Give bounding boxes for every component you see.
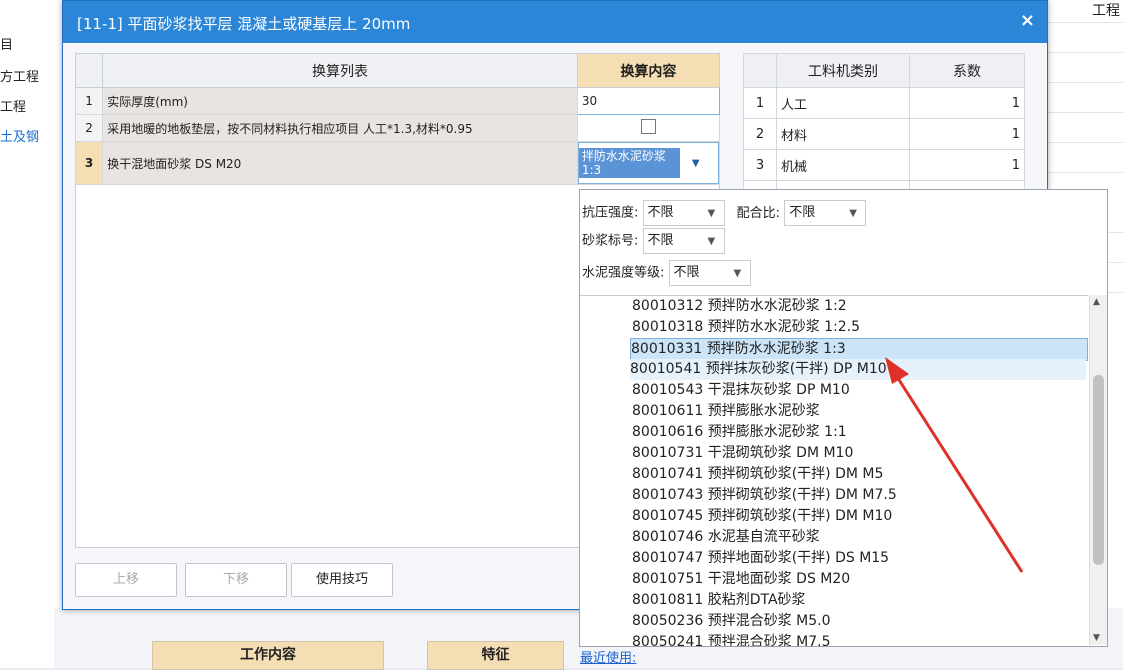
annotation-arrow-icon bbox=[885, 357, 1024, 573]
